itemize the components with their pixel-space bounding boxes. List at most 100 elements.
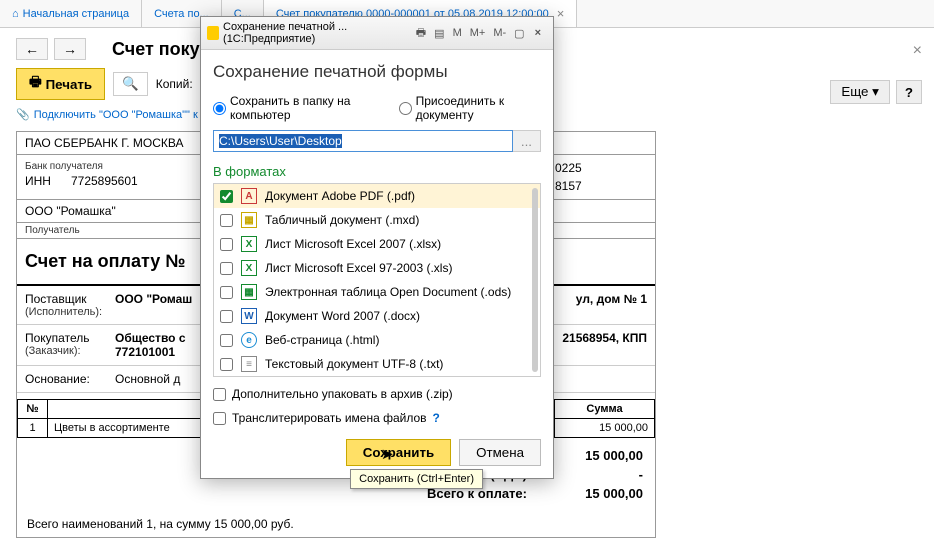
bik-value: 0225 bbox=[555, 159, 647, 177]
format-label: Лист Microsoft Excel 2007 (.xlsx) bbox=[265, 237, 441, 251]
format-label: Электронная таблица Open Document (.ods) bbox=[265, 285, 511, 299]
buyer-label: Покупатель bbox=[25, 331, 115, 345]
more-label: Еще bbox=[841, 84, 868, 99]
translit-checkbox[interactable] bbox=[213, 412, 226, 425]
link-icon: 📎 bbox=[16, 108, 30, 121]
basis-label: Основание: bbox=[25, 372, 115, 386]
radio-save-folder-input[interactable] bbox=[213, 102, 226, 115]
dialog-body: Сохранение печатной формы Сохранить в па… bbox=[201, 50, 553, 478]
format-checkbox[interactable] bbox=[220, 238, 233, 251]
opt-translit-row[interactable]: Транслитерировать имена файлов ? bbox=[213, 411, 541, 425]
html-icon: e bbox=[241, 332, 257, 348]
radio-attach-input[interactable] bbox=[399, 102, 412, 115]
format-checkbox[interactable] bbox=[220, 262, 233, 275]
format-row-pdf[interactable]: A Документ Adobe PDF (.pdf) bbox=[214, 184, 540, 208]
radio-save-folder[interactable]: Сохранить в папку на компьютер bbox=[213, 94, 385, 122]
format-label: Документ Word 2007 (.docx) bbox=[265, 309, 420, 323]
titlebar-close-button[interactable]: × bbox=[529, 27, 547, 39]
pdf-icon: A bbox=[241, 188, 257, 204]
tab-home-label: Начальная страница bbox=[23, 8, 129, 20]
save-tooltip: Сохранить (Ctrl+Enter) bbox=[350, 469, 483, 489]
format-checkbox[interactable] bbox=[220, 310, 233, 323]
opt-zip-row[interactable]: Дополнительно упаковать в архив (.zip) bbox=[213, 387, 541, 401]
mxd-icon: ▦ bbox=[241, 212, 257, 228]
titlebar-m-button[interactable]: M bbox=[449, 27, 466, 39]
page-title: Счет покуп bbox=[112, 39, 211, 60]
buyer-value: Общество с bbox=[115, 331, 186, 345]
nav-back-button[interactable]: ← bbox=[16, 38, 48, 60]
basis-value: Основной д bbox=[115, 372, 180, 386]
scrollbar[interactable] bbox=[532, 188, 538, 372]
nonds-value: - bbox=[563, 467, 643, 482]
titlebar-mplus-button[interactable]: M+ bbox=[466, 27, 490, 39]
format-checkbox[interactable] bbox=[220, 286, 233, 299]
more-button[interactable]: Еще ▾ bbox=[830, 80, 890, 104]
format-row-doc[interactable]: W Документ Word 2007 (.docx) bbox=[214, 304, 540, 328]
print-label: Печать bbox=[46, 77, 93, 92]
printer-icon: 🖶 bbox=[29, 73, 42, 95]
dialog-titlebar[interactable]: Сохранение печатной ... (1С:Предприятие)… bbox=[201, 17, 553, 50]
radio-attach-doc[interactable]: Присоединить к документу bbox=[399, 94, 541, 122]
radio-save-folder-label: Сохранить в папку на компьютер bbox=[230, 94, 385, 122]
home-icon: ⌂ bbox=[12, 8, 19, 20]
supplier-tail: ул, дом № 1 bbox=[576, 292, 647, 306]
zip-checkbox[interactable] bbox=[213, 388, 226, 401]
format-label: Лист Microsoft Excel 97-2003 (.xls) bbox=[265, 261, 452, 275]
path-row: C:\Users\User\Desktop ... bbox=[213, 130, 541, 152]
save-mode-radio: Сохранить в папку на компьютер Присоедин… bbox=[213, 94, 541, 122]
topay-value: 15 000,00 bbox=[563, 486, 643, 501]
close-page-button[interactable]: × bbox=[913, 42, 922, 60]
titlebar-mminus-button[interactable]: M- bbox=[489, 27, 510, 39]
doc-icon: W bbox=[241, 308, 257, 324]
format-checkbox[interactable] bbox=[220, 190, 233, 203]
zip-label: Дополнительно упаковать в архив (.zip) bbox=[232, 387, 453, 401]
formats-list[interactable]: A Документ Adobe PDF (.pdf) ▦Табличный док… bbox=[213, 183, 541, 377]
preview-button[interactable]: 🔍 bbox=[113, 72, 148, 96]
format-row-xls[interactable]: X Лист Microsoft Excel 2007 (.xlsx) bbox=[214, 232, 540, 256]
tab-close-icon[interactable]: × bbox=[557, 6, 565, 21]
xls-icon: X bbox=[241, 236, 257, 252]
row-sum: 15 000,00 bbox=[555, 419, 655, 438]
format-checkbox[interactable] bbox=[220, 334, 233, 347]
titlebar-doc-icon[interactable]: ▤ bbox=[430, 27, 448, 40]
titlebar-minimize-button[interactable]: ▢ bbox=[510, 27, 528, 40]
supplier-value: ООО "Ромаш bbox=[115, 292, 192, 306]
txt-icon: ≡ bbox=[241, 356, 257, 372]
tab-home[interactable]: ⌂ Начальная страница bbox=[0, 0, 142, 27]
account-value: 8157 bbox=[555, 177, 647, 195]
connect-link-label: Подключить "ООО "Ромашка"" к bbox=[34, 109, 198, 121]
inn-label: ИНН bbox=[25, 174, 51, 188]
nav-forward-button[interactable]: → bbox=[54, 38, 86, 60]
buyer-tail: 21568954, КПП bbox=[562, 331, 647, 345]
ods-icon: ▦ bbox=[241, 284, 257, 300]
radio-attach-label: Присоединить к документу bbox=[416, 94, 541, 122]
path-value: C:\Users\User\Desktop bbox=[219, 134, 342, 148]
translit-help-icon[interactable]: ? bbox=[433, 411, 440, 425]
format-row-ods[interactable]: ▦ Электронная таблица Open Document (.ods… bbox=[214, 280, 540, 304]
cancel-button[interactable]: Отмена bbox=[459, 439, 541, 466]
format-label: Веб-страница (.html) bbox=[265, 333, 379, 347]
print-button[interactable]: 🖶 Печать bbox=[16, 68, 105, 100]
chevron-down-icon: ▾ bbox=[872, 84, 879, 99]
browse-button[interactable]: ... bbox=[513, 130, 541, 152]
format-row-html[interactable]: e Веб-страница (.html) bbox=[214, 328, 540, 352]
dialog-heading: Сохранение печатной формы bbox=[213, 62, 541, 82]
dialog-window-title: Сохранение печатной ... (1С:Предприятие) bbox=[223, 21, 412, 45]
format-row-txt[interactable]: ≡ Текстовый документ UTF-8 (.txt) bbox=[214, 352, 540, 376]
th-no: № bbox=[18, 400, 48, 419]
titlebar-print-icon[interactable]: 🖶 bbox=[412, 24, 430, 43]
save-button[interactable]: Сохранить bbox=[346, 439, 451, 466]
row-no: 1 bbox=[18, 419, 48, 438]
help-button[interactable]: ? bbox=[896, 80, 922, 104]
format-checkbox[interactable] bbox=[220, 358, 233, 371]
formats-label: В форматах bbox=[213, 164, 541, 179]
format-row-mxd[interactable]: ▦Табличный документ (.mxd) bbox=[214, 208, 540, 232]
app-1c-icon bbox=[207, 26, 219, 40]
format-row-xls[interactable]: XЛист Microsoft Excel 97-2003 (.xls) bbox=[214, 256, 540, 280]
format-label: Текстовый документ UTF-8 (.txt) bbox=[265, 357, 443, 371]
format-checkbox[interactable] bbox=[220, 214, 233, 227]
path-input[interactable]: C:\Users\User\Desktop bbox=[213, 130, 513, 152]
format-label: Документ Adobe PDF (.pdf) bbox=[265, 189, 415, 203]
supplier-label: Поставщик bbox=[25, 292, 115, 306]
save-dialog: Сохранение печатной ... (1С:Предприятие)… bbox=[200, 16, 554, 479]
